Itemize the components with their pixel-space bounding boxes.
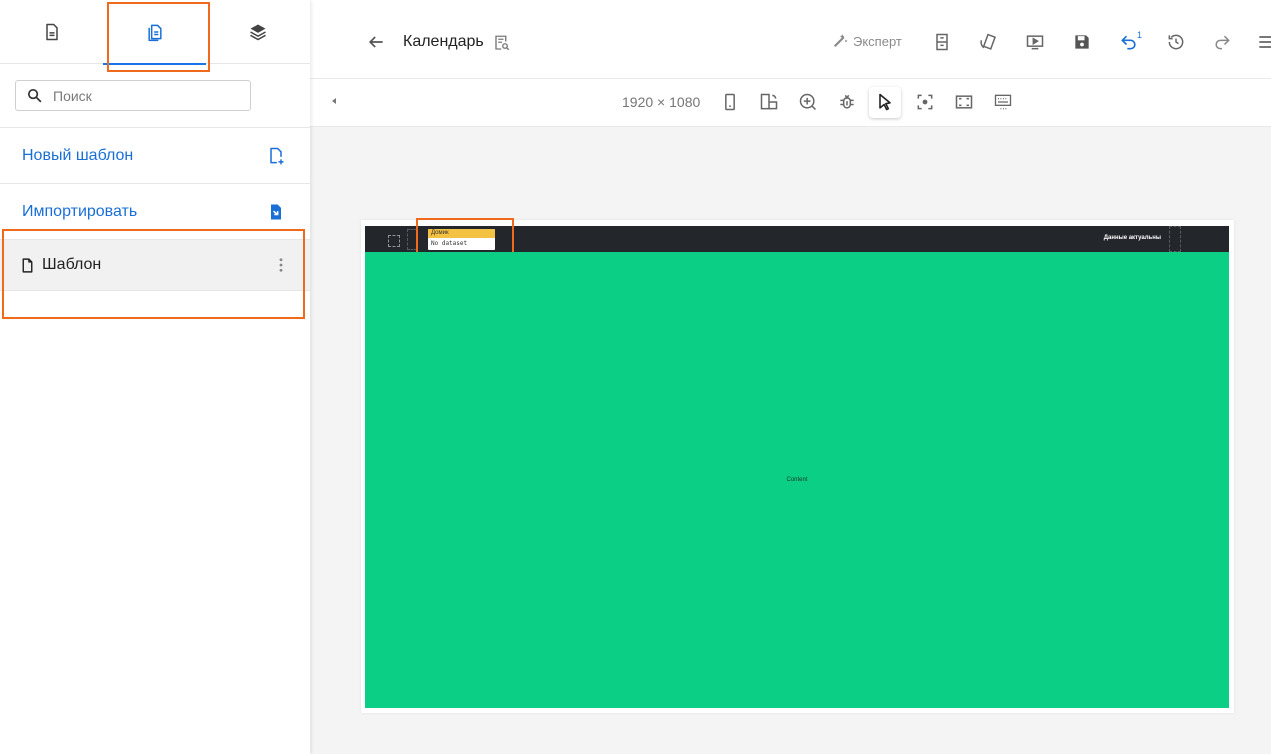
template-list-item[interactable]: Шаблон: [0, 240, 310, 291]
bug-icon[interactable]: [837, 92, 857, 112]
new-template-button[interactable]: Новый шаблон: [0, 128, 310, 184]
preview-checkbox[interactable]: [388, 235, 400, 247]
file-import-icon: [271, 204, 281, 219]
preview-content-area[interactable]: Content: [365, 252, 1229, 708]
expert-label: Эксперт: [853, 33, 902, 49]
new-template-label: Новый шаблон: [22, 146, 134, 164]
cursor-select-icon[interactable]: [875, 92, 895, 112]
orientation-icon[interactable]: [759, 92, 779, 112]
cabinet-icon[interactable]: [932, 32, 952, 52]
expert-mode-button[interactable]: Эксперт: [831, 32, 902, 50]
collapse-left-icon[interactable]: [329, 96, 339, 106]
sidebar: Новый шаблон Импортировать Шаблон: [0, 0, 310, 754]
page-title: Календарь: [403, 33, 484, 50]
import-button[interactable]: Импортировать: [0, 184, 310, 240]
file-add-icon: [270, 147, 284, 164]
undo-icon[interactable]: [1119, 32, 1139, 52]
templates-icon: [147, 24, 162, 42]
dataset-tag-title: Домик: [428, 229, 495, 238]
tab-files[interactable]: [0, 0, 103, 64]
focus-center-icon[interactable]: [915, 92, 935, 112]
search-container: [0, 64, 310, 128]
preview-header[interactable]: Домик No dataset selected Данные актуаль…: [365, 226, 1229, 252]
tab-templates[interactable]: [103, 0, 206, 65]
menu-icon[interactable]: [1256, 32, 1271, 52]
zoom-in-icon[interactable]: [798, 92, 818, 112]
search-input[interactable]: [53, 87, 243, 104]
preview-right-placeholder: [1169, 226, 1181, 252]
data-status-text: Данные актуальны: [1103, 235, 1161, 241]
fit-screen-icon[interactable]: [954, 92, 974, 112]
history-icon[interactable]: [1166, 32, 1186, 52]
canvas-height: 1080: [669, 94, 701, 110]
preview-play-icon[interactable]: [1025, 32, 1045, 52]
sidebar-tabs: [0, 0, 310, 65]
preview-placeholder-box: [407, 229, 417, 250]
import-label: Импортировать: [22, 202, 138, 220]
more-vertical-icon[interactable]: [272, 256, 290, 274]
content-label: Content: [786, 477, 808, 483]
save-icon[interactable]: [1072, 32, 1092, 52]
canvas-width: 1920: [622, 94, 654, 110]
undo-count-badge: 1: [1137, 30, 1143, 40]
mobile-device-icon[interactable]: [720, 92, 740, 112]
back-arrow-icon[interactable]: [366, 32, 386, 52]
dataset-tag[interactable]: Домик No dataset selected: [428, 229, 495, 250]
layers-icon: [249, 24, 266, 41]
tab-layers[interactable]: [206, 0, 309, 64]
search-field[interactable]: [15, 80, 251, 111]
file-icon: [45, 23, 58, 41]
search-icon: [27, 88, 42, 103]
redo-icon[interactable]: [1212, 32, 1232, 52]
devices-rotate-icon[interactable]: [978, 32, 998, 52]
dataset-tag-subtitle: No dataset selected: [431, 240, 468, 247]
template-name: Шаблон: [42, 256, 102, 273]
dimensions-separator: ×: [657, 94, 666, 110]
canvas-toolbar: 1920 × 1080: [310, 79, 1271, 127]
top-toolbar: Календарь Эксперт 1: [310, 0, 1271, 79]
canvas-dimensions: 1920 × 1080: [622, 94, 700, 110]
app-root: Новый шаблон Импортировать Шаблон Календ…: [0, 0, 1271, 754]
magic-wand-icon: [834, 34, 848, 47]
document-search-icon[interactable]: [493, 34, 511, 52]
keyboard-icon[interactable]: [993, 92, 1013, 112]
file-outline-icon: [22, 257, 33, 273]
